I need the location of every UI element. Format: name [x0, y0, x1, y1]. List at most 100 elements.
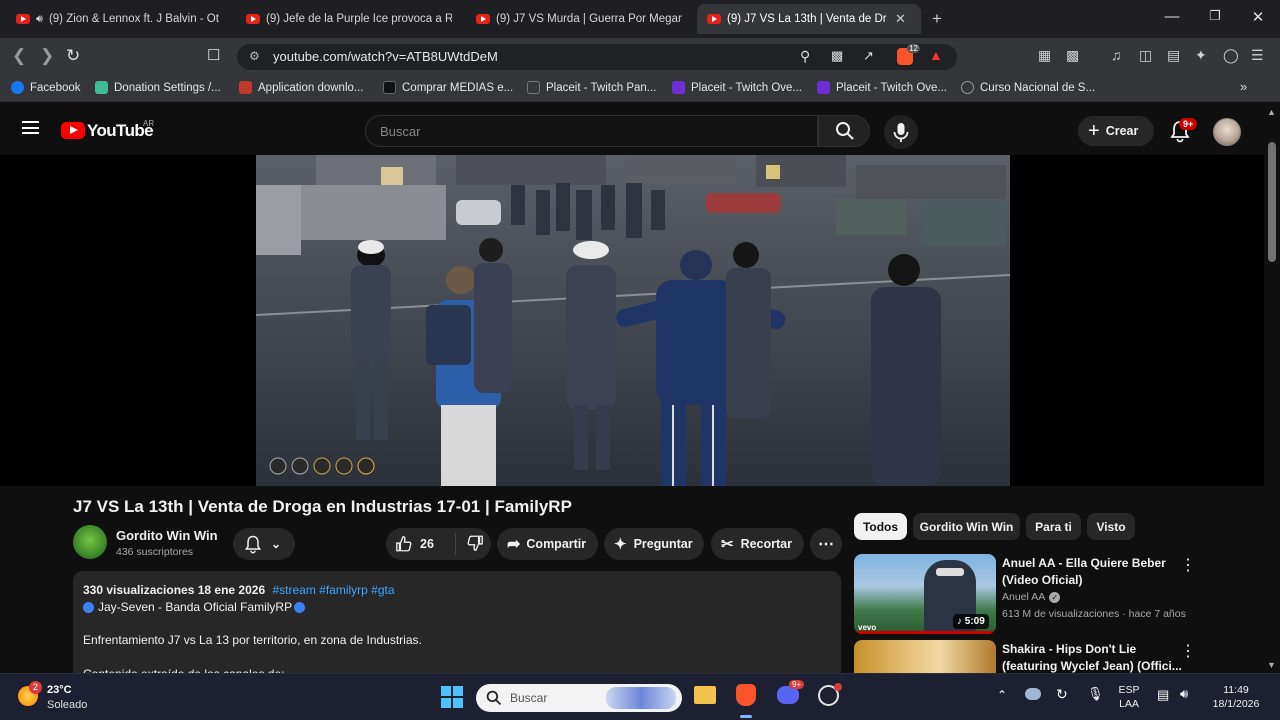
- install-app-icon[interactable]: ▩: [831, 48, 843, 64]
- youtube-favicon-icon: [476, 14, 490, 24]
- taskbar-search-input[interactable]: Buscar: [476, 684, 682, 712]
- youtube-logo-icon[interactable]: [61, 122, 85, 139]
- file-explorer-icon[interactable]: [694, 686, 716, 704]
- back-icon[interactable]: ❮: [12, 46, 26, 66]
- browser-tab[interactable]: (9) J7 VS Murda | Guerra Por Megama: [466, 4, 692, 34]
- zoom-icon[interactable]: ⚲: [800, 48, 810, 65]
- network-icon[interactable]: ▤: [1157, 687, 1169, 703]
- dislike-button[interactable]: [456, 534, 484, 555]
- sidebar-icon[interactable]: ◫: [1139, 47, 1152, 64]
- brave-browser-icon[interactable]: [736, 684, 756, 706]
- new-tab-button[interactable]: +: [932, 9, 942, 29]
- search-placeholder: Buscar: [380, 124, 421, 139]
- hamburger-menu-icon[interactable]: [22, 121, 39, 134]
- recommendation-title[interactable]: Shakira - Hips Don't Lie (featuring Wycl…: [1002, 641, 1182, 675]
- more-actions-icon[interactable]: ⋯: [810, 528, 842, 560]
- recommendation-channel[interactable]: Anuel AA ✓: [1002, 591, 1061, 603]
- bookmark-item[interactable]: Placeit - Twitch Pan...: [527, 81, 656, 94]
- weather-temperature[interactable]: 23°C: [47, 684, 72, 696]
- scrollbar-thumb[interactable]: [1268, 142, 1276, 262]
- browser-tab[interactable]: 🔊︎ (9) Zion & Lennox ft. J Balvin - Ot: [6, 4, 232, 34]
- minimize-icon[interactable]: —: [1157, 8, 1187, 30]
- microphone-icon[interactable]: 🎙︎: [1087, 686, 1104, 702]
- search-button[interactable]: [818, 115, 870, 147]
- weather-badge: 2: [29, 681, 42, 694]
- like-count: 26: [420, 537, 434, 551]
- close-window-icon[interactable]: ✕: [1243, 8, 1273, 30]
- clock[interactable]: 11:49 18/1/2026: [1200, 684, 1272, 710]
- bookmark-item[interactable]: Donation Settings /...: [95, 81, 221, 94]
- site-settings-icon[interactable]: ⚙: [249, 49, 260, 63]
- more-options-icon[interactable]: ⋮: [1180, 555, 1196, 575]
- restore-window-icon[interactable]: ❐: [1200, 8, 1230, 30]
- bookmark-item[interactable]: Placeit - Twitch Ove...: [817, 81, 947, 94]
- video-thumbnail[interactable]: vevo ♪ 5:09: [854, 554, 996, 634]
- scroll-down-icon[interactable]: ▼: [1267, 660, 1276, 670]
- menu-icon[interactable]: ☰: [1251, 47, 1264, 64]
- music-note-icon: ♪: [957, 616, 962, 627]
- placeit-icon: [817, 81, 830, 94]
- extensions-icon[interactable]: ▦: [1038, 47, 1051, 64]
- clip-button[interactable]: ✂ Recortar: [711, 528, 804, 560]
- video-frame[interactable]: [256, 155, 1010, 486]
- youtube-search-input[interactable]: Buscar: [365, 115, 818, 147]
- address-bar[interactable]: ⚙ youtube.com/watch?v=ATB8UWtdDeM ⚲ ▩ ↗ …: [237, 44, 957, 70]
- browser-tab-active[interactable]: (9) J7 VS La 13th | Venta de Droga ✕: [697, 4, 921, 34]
- crypto-wallet-icon[interactable]: ▤: [1167, 47, 1180, 64]
- video-player[interactable]: [0, 155, 1264, 486]
- windows-start-icon[interactable]: [441, 686, 463, 708]
- youtube-favicon-icon: [246, 14, 260, 24]
- media-icon[interactable]: ♫: [1111, 47, 1122, 63]
- brave-rewards-icon[interactable]: ▲: [929, 47, 943, 63]
- ask-button[interactable]: ✦ Preguntar: [604, 528, 704, 560]
- recommendation-title[interactable]: Anuel AA - Ella Quiere Beber (Video Ofic…: [1002, 555, 1172, 589]
- like-button[interactable]: 26: [386, 533, 456, 555]
- browser-tab[interactable]: (9) Jefe de la Purple Ice provoca a Ry: [236, 4, 462, 34]
- tab-title: (9) J7 VS La 13th | Venta de Droga: [727, 13, 887, 25]
- url-text: youtube.com/watch?v=ATB8UWtdDeM: [273, 49, 498, 64]
- video-description[interactable]: 330 visualizaciones 18 ene 2026 #stream …: [73, 571, 841, 681]
- subscription-bell-button[interactable]: ⌄: [233, 528, 295, 560]
- voice-search-button[interactable]: [884, 115, 918, 149]
- bookmark-item[interactable]: Application downlo...: [239, 81, 363, 94]
- channel-name[interactable]: Gordito Win Win: [116, 528, 218, 543]
- chip-for-you[interactable]: Para ti: [1026, 513, 1081, 540]
- thumbs-down-icon: [467, 535, 483, 551]
- share-page-icon[interactable]: ↗: [863, 48, 874, 64]
- description-line: Jay-Seven - Banda Oficial FamilyRP: [83, 600, 306, 614]
- bookmark-favicon-icon: [239, 81, 252, 94]
- sync-icon[interactable]: ↻: [1056, 686, 1068, 703]
- vpn-icon[interactable]: ◯: [1223, 47, 1239, 64]
- tab-title: (9) Jefe de la Purple Ice provoca a Ry: [266, 13, 452, 25]
- language-indicator[interactable]: ESP LAA: [1113, 684, 1145, 710]
- page-scrollbar[interactable]: ▲ ▼: [1266, 107, 1280, 673]
- view-stats: 330 visualizaciones 18 ene 2026 #stream …: [83, 583, 395, 597]
- bookmark-page-icon[interactable]: ☐: [207, 46, 220, 64]
- tray-overflow-icon[interactable]: ⌃: [997, 688, 1007, 702]
- avatar[interactable]: [1213, 118, 1241, 146]
- browser-tab-strip: 🔊︎ (9) Zion & Lennox ft. J Balvin - Ot (…: [0, 0, 1280, 38]
- bookmark-item[interactable]: Comprar MEDIAS e...: [383, 81, 513, 94]
- more-options-icon[interactable]: ⋮: [1180, 641, 1196, 661]
- bookmark-item[interactable]: Placeit - Twitch Ove...: [672, 81, 802, 94]
- wallet-icon[interactable]: ▩: [1066, 47, 1079, 64]
- scroll-up-icon[interactable]: ▲: [1267, 107, 1276, 117]
- speaker-icon[interactable]: 🔊︎: [36, 13, 43, 26]
- bookmark-item[interactable]: Curso Nacional de S...: [961, 81, 1095, 94]
- leo-ai-icon[interactable]: ✦: [1195, 47, 1207, 64]
- bookmark-item[interactable]: Facebook: [11, 81, 81, 94]
- share-button[interactable]: ➦ Compartir: [497, 528, 598, 560]
- forward-icon[interactable]: ❯: [40, 46, 54, 66]
- channel-avatar[interactable]: [73, 525, 107, 559]
- chip-all[interactable]: Todos: [854, 513, 907, 540]
- onedrive-icon[interactable]: [1025, 688, 1041, 700]
- create-button[interactable]: + Crear: [1078, 116, 1154, 146]
- chip-watched[interactable]: Visto: [1087, 513, 1135, 540]
- volume-icon[interactable]: 🔊︎: [1180, 686, 1188, 702]
- more-bookmarks-icon[interactable]: »: [1240, 79, 1247, 94]
- hashtags[interactable]: #stream #familyrp #gta: [272, 583, 394, 597]
- close-tab-icon[interactable]: ✕: [895, 11, 906, 27]
- video-thumbnail[interactable]: [854, 640, 996, 673]
- chip-channel[interactable]: Gordito Win Win: [913, 513, 1020, 540]
- reload-icon[interactable]: ↻: [66, 46, 80, 66]
